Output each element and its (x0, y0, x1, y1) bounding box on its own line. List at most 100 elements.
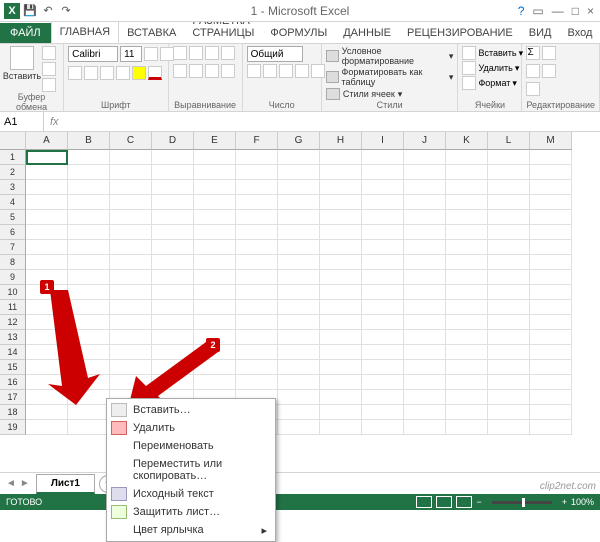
align-right-icon[interactable] (205, 64, 219, 78)
cell[interactable] (68, 420, 110, 435)
align-left-icon[interactable] (173, 64, 187, 78)
cell[interactable] (236, 255, 278, 270)
fill-color-icon[interactable] (132, 66, 146, 80)
cell[interactable] (320, 255, 362, 270)
cell[interactable] (404, 330, 446, 345)
cell[interactable] (362, 420, 404, 435)
row-header[interactable]: 1 (0, 150, 26, 165)
format-as-table-button[interactable]: Форматировать как таблицу ▾ (326, 67, 454, 87)
cell[interactable] (446, 375, 488, 390)
row-header[interactable]: 8 (0, 255, 26, 270)
row-header[interactable]: 15 (0, 360, 26, 375)
cell[interactable] (110, 255, 152, 270)
cell[interactable] (68, 195, 110, 210)
cell[interactable] (362, 195, 404, 210)
increase-decimal-icon[interactable] (295, 64, 309, 78)
cell[interactable] (488, 210, 530, 225)
cell[interactable] (236, 330, 278, 345)
maximize-icon[interactable]: □ (572, 4, 579, 18)
cell[interactable] (362, 150, 404, 165)
cell[interactable] (68, 165, 110, 180)
cell[interactable] (404, 375, 446, 390)
cell[interactable] (530, 315, 572, 330)
cell[interactable] (488, 315, 530, 330)
underline-icon[interactable] (100, 66, 114, 80)
cell[interactable] (152, 195, 194, 210)
zoom-out-button[interactable]: − (476, 497, 481, 507)
col-header[interactable]: M (530, 132, 572, 150)
cell[interactable] (404, 345, 446, 360)
row-header[interactable]: 10 (0, 285, 26, 300)
cell[interactable] (362, 180, 404, 195)
align-top-icon[interactable] (173, 46, 187, 60)
cell[interactable] (362, 270, 404, 285)
tab-formulas[interactable]: ФОРМУЛЫ (262, 23, 335, 43)
cell[interactable] (488, 330, 530, 345)
cell[interactable] (110, 195, 152, 210)
cell[interactable] (236, 165, 278, 180)
cell[interactable] (530, 405, 572, 420)
cell[interactable] (530, 150, 572, 165)
cell[interactable] (278, 390, 320, 405)
cell[interactable] (362, 165, 404, 180)
cell[interactable] (320, 405, 362, 420)
cell[interactable] (278, 405, 320, 420)
row-header[interactable]: 11 (0, 300, 26, 315)
cell[interactable] (362, 285, 404, 300)
cell[interactable] (194, 270, 236, 285)
fill-icon[interactable] (526, 64, 540, 78)
percent-icon[interactable] (263, 64, 277, 78)
increase-font-icon[interactable] (144, 47, 158, 61)
cell[interactable] (152, 210, 194, 225)
cell[interactable] (404, 165, 446, 180)
cell[interactable] (362, 360, 404, 375)
cell[interactable] (110, 225, 152, 240)
view-page-layout-icon[interactable] (436, 496, 452, 508)
cell[interactable] (278, 165, 320, 180)
view-normal-icon[interactable] (416, 496, 432, 508)
cell[interactable] (362, 345, 404, 360)
select-all-corner[interactable] (0, 132, 26, 150)
cell[interactable] (278, 270, 320, 285)
ribbon-options-icon[interactable]: ▭ (532, 4, 543, 18)
cell[interactable] (530, 420, 572, 435)
cell[interactable] (236, 375, 278, 390)
cell[interactable] (446, 270, 488, 285)
cell[interactable] (488, 405, 530, 420)
cell[interactable] (68, 225, 110, 240)
cell[interactable] (194, 195, 236, 210)
cell[interactable] (194, 150, 236, 165)
cell[interactable] (446, 315, 488, 330)
cell[interactable] (236, 345, 278, 360)
sheet-nav-prev-icon[interactable]: ◄ (6, 478, 16, 489)
cell[interactable] (404, 240, 446, 255)
cell[interactable] (446, 240, 488, 255)
row-header[interactable]: 16 (0, 375, 26, 390)
border-icon[interactable] (116, 66, 130, 80)
cell[interactable] (320, 240, 362, 255)
cell[interactable] (362, 225, 404, 240)
context-tab-color[interactable]: Цвет ярлычка ▸ (107, 521, 275, 539)
cell[interactable] (362, 330, 404, 345)
cell[interactable] (488, 195, 530, 210)
cell[interactable] (278, 240, 320, 255)
cut-icon[interactable] (42, 46, 56, 60)
sort-filter-icon[interactable] (542, 46, 556, 60)
row-header[interactable]: 2 (0, 165, 26, 180)
row-header[interactable]: 5 (0, 210, 26, 225)
cell[interactable] (446, 195, 488, 210)
cell[interactable] (404, 195, 446, 210)
cell[interactable] (530, 300, 572, 315)
cell[interactable] (194, 315, 236, 330)
cell[interactable] (530, 240, 572, 255)
col-header[interactable]: I (362, 132, 404, 150)
sheet-tab[interactable]: Лист1 (36, 474, 95, 494)
cell[interactable] (488, 225, 530, 240)
cell[interactable] (446, 330, 488, 345)
cell[interactable] (404, 420, 446, 435)
align-middle-icon[interactable] (189, 46, 203, 60)
context-delete[interactable]: Удалить (107, 419, 275, 437)
cell[interactable] (488, 270, 530, 285)
cell[interactable] (488, 165, 530, 180)
cell[interactable] (194, 165, 236, 180)
